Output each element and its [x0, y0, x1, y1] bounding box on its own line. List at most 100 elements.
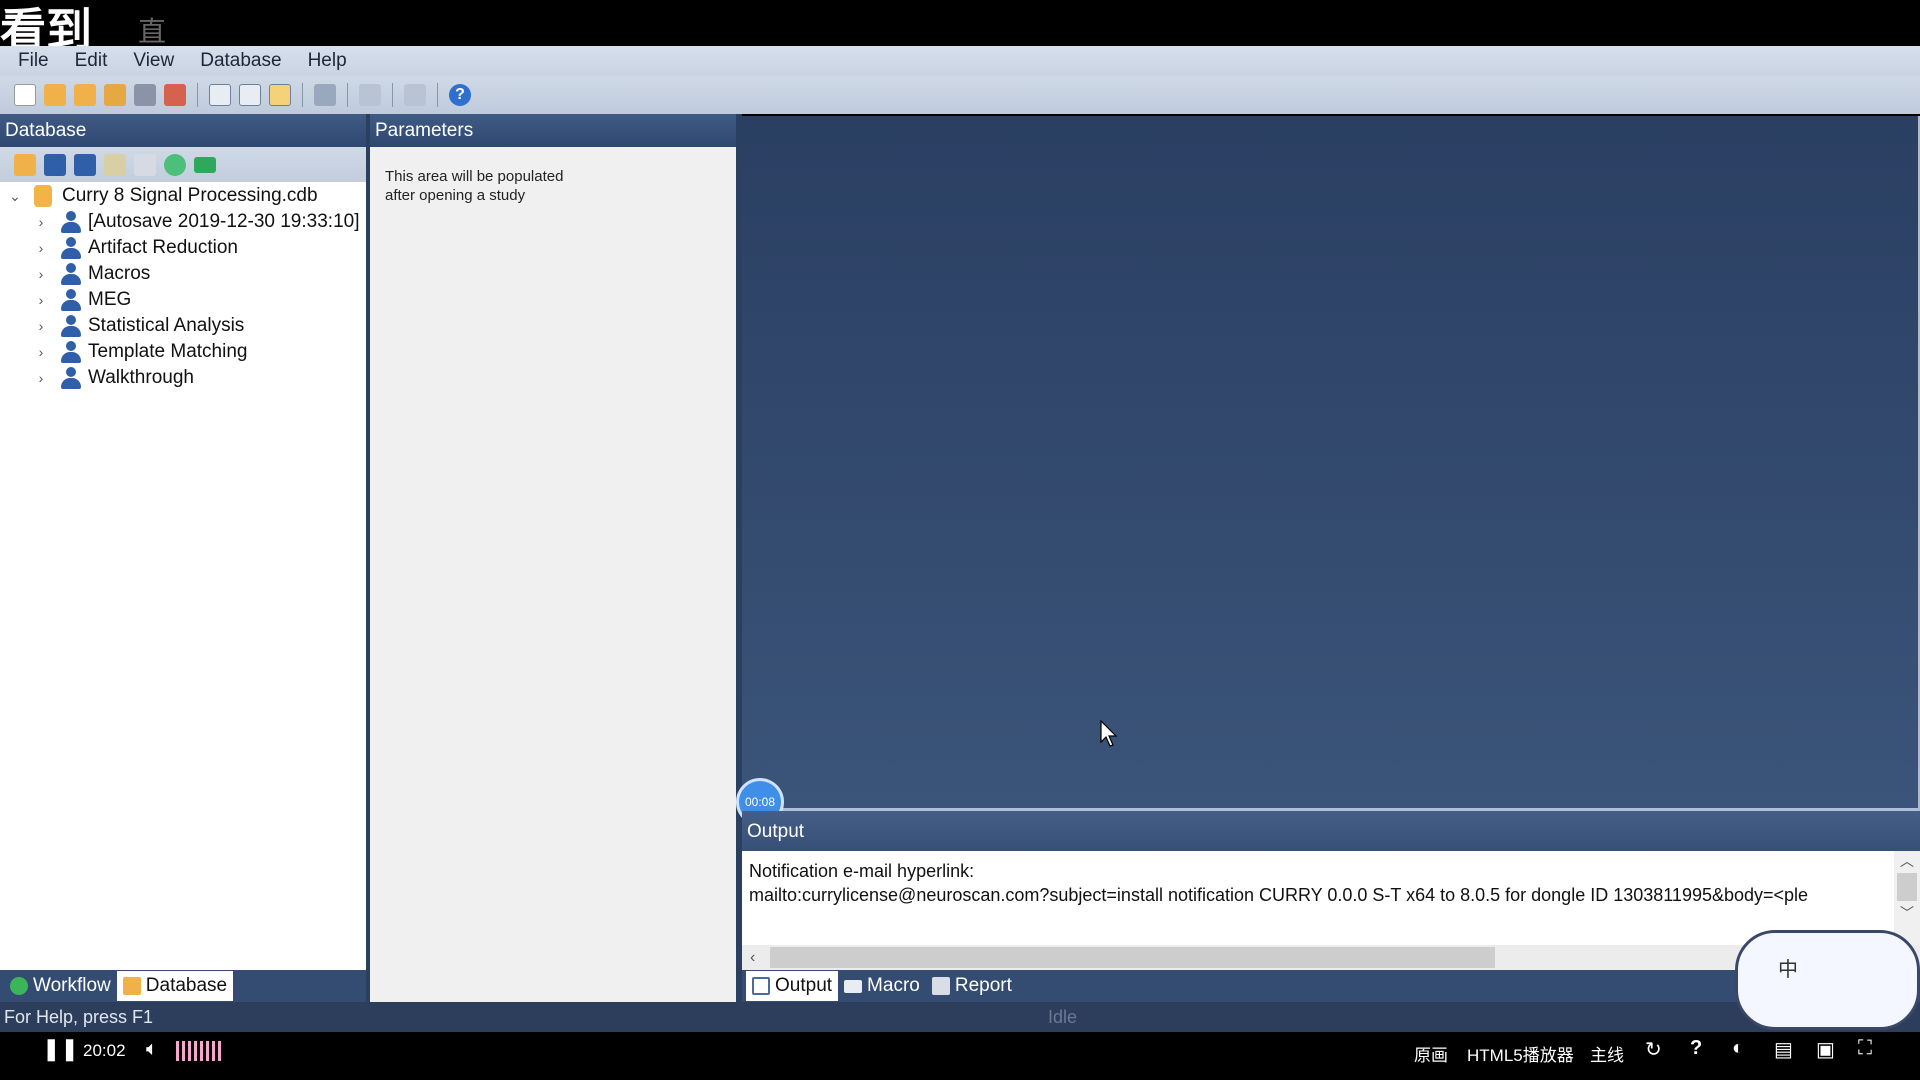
tree-item[interactable]: › Walkthrough: [0, 365, 366, 391]
scroll-left-icon[interactable]: ‹: [742, 949, 755, 967]
export-icon[interactable]: [404, 84, 426, 106]
chevron-right-icon[interactable]: ›: [34, 370, 48, 386]
menu-file[interactable]: File: [18, 50, 49, 72]
tree-root-label: Curry 8 Signal Processing.cdb: [62, 185, 318, 206]
chevron-right-icon[interactable]: ›: [34, 344, 48, 360]
new-database-icon[interactable]: [14, 153, 36, 176]
player-mode-button[interactable]: HTML5播放器: [1467, 1041, 1574, 1066]
code-icon[interactable]: [194, 156, 216, 173]
volume-icon[interactable]: 🔈︎: [146, 1038, 158, 1061]
tree-item[interactable]: › Template Matching: [0, 339, 366, 365]
fullscreen-icon[interactable]: ⛶: [1858, 1037, 1872, 1060]
tree-item[interactable]: › Statistical Analysis: [0, 313, 366, 339]
search-folder-icon[interactable]: [104, 84, 126, 106]
tree-item[interactable]: › MEG: [0, 287, 366, 313]
tree-item-label: Statistical Analysis: [88, 315, 245, 336]
main-toolbar: ?: [0, 76, 1920, 114]
add-document-icon[interactable]: [134, 153, 156, 176]
add-group-icon[interactable]: [44, 153, 66, 176]
print-icon[interactable]: [314, 84, 336, 106]
import-folder-icon[interactable]: [74, 84, 96, 106]
parameters-panel: Parameters This area will be populated a…: [370, 114, 736, 1002]
add-folder-icon[interactable]: [104, 153, 126, 176]
tab-workflow[interactable]: Workflow: [4, 971, 117, 1001]
chevron-right-icon[interactable]: ›: [34, 214, 48, 230]
open-folder-icon[interactable]: [44, 84, 66, 106]
scroll-up-icon[interactable]: ︿: [1894, 851, 1920, 871]
pause-icon[interactable]: ❚❚: [42, 1036, 79, 1062]
status-help-text: For Help, press F1: [4, 1007, 154, 1027]
parameters-panel-title: Parameters: [370, 114, 736, 147]
scroll-thumb[interactable]: [770, 947, 1495, 968]
tree-item-label: Artifact Reduction: [88, 237, 238, 258]
tab-report[interactable]: Report: [926, 971, 1018, 1001]
tree-item-label: [Autosave 2019-12-30 19:33:10]: [88, 211, 360, 232]
user-icon: [60, 315, 82, 337]
menu-bar: File Edit View Database Help: [0, 46, 1920, 76]
help-icon[interactable]: ?: [449, 84, 471, 106]
settings-save-icon[interactable]: [134, 84, 156, 106]
new-file-icon[interactable]: [14, 84, 36, 106]
output-log[interactable]: Notification e-mail hyperlink: mailto:cu…: [742, 851, 1894, 945]
add-user-icon[interactable]: [74, 153, 96, 176]
clipboard-icon[interactable]: [269, 84, 291, 106]
tab-label: Workflow: [33, 975, 111, 996]
menu-database[interactable]: Database: [200, 50, 281, 72]
user-icon: [60, 341, 82, 363]
chevron-right-icon[interactable]: ›: [34, 240, 48, 256]
help-icon[interactable]: ?: [1690, 1037, 1702, 1060]
tv-icon[interactable]: ▣: [1816, 1037, 1835, 1062]
tab-macro[interactable]: Macro: [838, 971, 926, 1001]
separator: [302, 83, 303, 107]
menu-view[interactable]: View: [133, 50, 174, 72]
sticker-decoration: 中: [1735, 930, 1920, 1030]
tab-label: Output: [775, 975, 833, 996]
tree-root[interactable]: ⌄ Curry 8 Signal Processing.cdb: [0, 183, 366, 209]
scroll-thumb[interactable]: [1897, 873, 1917, 901]
tab-label: Report: [954, 975, 1012, 996]
quality-button[interactable]: 原画: [1414, 1041, 1448, 1066]
left-tab-bar: Workflow Database: [0, 970, 366, 1002]
user-icon: [60, 367, 82, 389]
tree-item[interactable]: › Artifact Reduction: [0, 235, 366, 261]
chevron-right-icon[interactable]: ›: [34, 266, 48, 282]
user-icon: [60, 237, 82, 259]
status-bar: For Help, press F1 Idle: [0, 1002, 1920, 1032]
run-icon[interactable]: [164, 153, 186, 176]
database-icon: [34, 185, 52, 207]
tab-output[interactable]: Output: [746, 971, 839, 1001]
study-viewer-area[interactable]: [742, 116, 1920, 811]
tree-item-label: Macros: [88, 263, 151, 284]
table-icon: [931, 977, 950, 995]
mouse-cursor-icon: [1100, 720, 1118, 747]
video-overlay-bar: 看到 直: [0, 0, 1920, 57]
volume-slider[interactable]: [176, 1041, 224, 1061]
tree-item[interactable]: › [Autosave 2019-12-30 19:33:10]: [0, 209, 366, 235]
layout-icon[interactable]: [209, 84, 231, 106]
tree-item-label: Template Matching: [88, 341, 248, 362]
menu-edit[interactable]: Edit: [75, 50, 108, 72]
tab-label: Macro: [867, 975, 920, 996]
user-icon: [60, 289, 82, 311]
danmaku-settings-icon[interactable]: ◐: [1732, 1037, 1744, 1060]
screen-icon[interactable]: [359, 84, 381, 106]
layout2-icon[interactable]: [239, 84, 261, 106]
scroll-down-icon[interactable]: ﹀: [1894, 903, 1920, 923]
separator: [437, 83, 438, 107]
comment-icon[interactable]: ▤: [1774, 1037, 1793, 1062]
database-panel-title: Database: [0, 114, 366, 147]
tree-item[interactable]: › Macros: [0, 261, 366, 287]
tree-item-label: MEG: [88, 289, 132, 310]
separator: [197, 83, 198, 107]
chevron-right-icon[interactable]: ›: [34, 292, 48, 308]
save-icon[interactable]: [164, 84, 186, 106]
tab-database[interactable]: Database: [116, 971, 234, 1001]
user-icon: [60, 263, 82, 285]
refresh-icon[interactable]: ↻: [1645, 1037, 1662, 1062]
database-panel: Database ⌄ Curry 8 Signal Processing.cdb…: [0, 114, 366, 970]
chevron-right-icon[interactable]: ›: [34, 318, 48, 334]
chevron-down-icon[interactable]: ⌄: [8, 188, 22, 205]
menu-help[interactable]: Help: [308, 50, 347, 72]
vertical-scrollbar[interactable]: ︿ ﹀: [1894, 851, 1920, 945]
line-button[interactable]: 主线: [1590, 1041, 1624, 1066]
